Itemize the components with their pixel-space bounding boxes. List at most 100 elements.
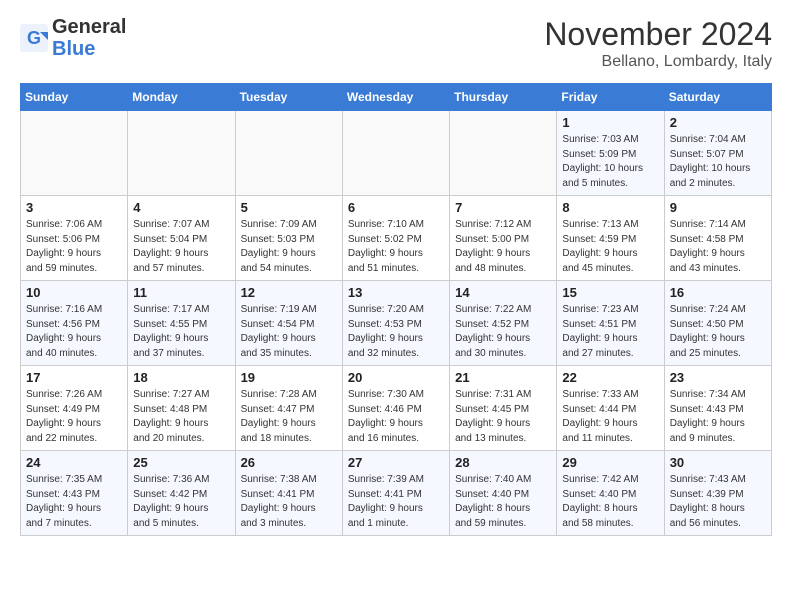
day-number: 1 [562,115,658,130]
day-number: 23 [670,370,766,385]
day-info: Sunrise: 7:06 AM Sunset: 5:06 PM Dayligh… [26,218,122,276]
day-number: 19 [241,370,337,385]
day-number: 17 [26,370,122,385]
empty-cell [235,111,342,196]
day-number: 16 [670,285,766,300]
day-cell-8: 8 Sunrise: 7:13 AM Sunset: 4:59 PM Daylig… [557,196,664,281]
weekday-header-saturday: Saturday [664,84,771,111]
day-cell-24: 24 Sunrise: 7:35 AM Sunset: 4:43 PM Dayli… [21,451,128,536]
calendar-table: SundayMondayTuesdayWednesdayThursdayFrid… [20,83,772,536]
weekday-header-friday: Friday [557,84,664,111]
day-cell-23: 23 Sunrise: 7:34 AM Sunset: 4:43 PM Dayli… [664,366,771,451]
day-number: 12 [241,285,337,300]
day-number: 22 [562,370,658,385]
week-row-0: 1 Sunrise: 7:03 AM Sunset: 5:09 PM Daylig… [21,111,772,196]
week-row-1: 3 Sunrise: 7:06 AM Sunset: 5:06 PM Daylig… [21,196,772,281]
day-info: Sunrise: 7:20 AM Sunset: 4:53 PM Dayligh… [348,303,444,361]
day-cell-14: 14 Sunrise: 7:22 AM Sunset: 4:52 PM Dayli… [450,281,557,366]
logo: G General Blue [20,16,126,60]
day-cell-28: 28 Sunrise: 7:40 AM Sunset: 4:40 PM Dayli… [450,451,557,536]
day-info: Sunrise: 7:19 AM Sunset: 4:54 PM Dayligh… [241,303,337,361]
day-cell-29: 29Sunrise: 7:42 AM Sunset: 4:40 PM Dayli… [557,451,664,536]
day-number: 9 [670,200,766,215]
week-row-4: 24 Sunrise: 7:35 AM Sunset: 4:43 PM Dayli… [21,451,772,536]
day-info: Sunrise: 7:24 AM Sunset: 4:50 PM Dayligh… [670,303,766,361]
day-info: Sunrise: 7:43 AM Sunset: 4:39 PM Dayligh… [670,473,766,531]
day-number: 4 [133,200,229,215]
day-number: 20 [348,370,444,385]
day-info: Sunrise: 7:33 AM Sunset: 4:44 PM Dayligh… [562,388,658,446]
day-cell-6: 6 Sunrise: 7:10 AM Sunset: 5:02 PM Daylig… [342,196,449,281]
day-info: Sunrise: 7:27 AM Sunset: 4:48 PM Dayligh… [133,388,229,446]
empty-cell [342,111,449,196]
weekday-header-monday: Monday [128,84,235,111]
day-number: 25 [133,455,229,470]
day-number: 21 [455,370,551,385]
day-info: Sunrise: 7:34 AM Sunset: 4:43 PM Dayligh… [670,388,766,446]
day-number: 8 [562,200,658,215]
day-info: Sunrise: 7:17 AM Sunset: 4:55 PM Dayligh… [133,303,229,361]
day-number: 3 [26,200,122,215]
svg-text:G: G [27,28,41,48]
day-cell-16: 16 Sunrise: 7:24 AM Sunset: 4:50 PM Dayli… [664,281,771,366]
empty-cell [21,111,128,196]
day-cell-19: 19Sunrise: 7:28 AM Sunset: 4:47 PM Dayli… [235,366,342,451]
day-cell-7: 7Sunrise: 7:12 AM Sunset: 5:00 PM Daylig… [450,196,557,281]
title-block: November 2024 Bellano, Lombardy, Italy [544,16,772,71]
day-cell-5: 5 Sunrise: 7:09 AM Sunset: 5:03 PM Daylig… [235,196,342,281]
day-cell-20: 20Sunrise: 7:30 AM Sunset: 4:46 PM Dayli… [342,366,449,451]
day-cell-13: 13 Sunrise: 7:20 AM Sunset: 4:53 PM Dayli… [342,281,449,366]
day-cell-10: 10Sunrise: 7:16 AM Sunset: 4:56 PM Dayli… [21,281,128,366]
weekday-header-sunday: Sunday [21,84,128,111]
day-cell-3: 3 Sunrise: 7:06 AM Sunset: 5:06 PM Daylig… [21,196,128,281]
day-number: 6 [348,200,444,215]
day-number: 28 [455,455,551,470]
day-cell-12: 12 Sunrise: 7:19 AM Sunset: 4:54 PM Dayli… [235,281,342,366]
empty-cell [450,111,557,196]
location: Bellano, Lombardy, Italy [544,53,772,71]
header: G General Blue November 2024 Bellano, Lo… [20,16,772,71]
week-row-3: 17 Sunrise: 7:26 AM Sunset: 4:49 PM Dayli… [21,366,772,451]
day-cell-1: 1 Sunrise: 7:03 AM Sunset: 5:09 PM Daylig… [557,111,664,196]
day-cell-21: 21 Sunrise: 7:31 AM Sunset: 4:45 PM Dayli… [450,366,557,451]
day-cell-2: 2Sunrise: 7:04 AM Sunset: 5:07 PM Daylig… [664,111,771,196]
day-info: Sunrise: 7:42 AM Sunset: 4:40 PM Dayligh… [562,473,658,531]
weekday-header-row: SundayMondayTuesdayWednesdayThursdayFrid… [21,84,772,111]
weekday-header-tuesday: Tuesday [235,84,342,111]
day-info: Sunrise: 7:13 AM Sunset: 4:59 PM Dayligh… [562,218,658,276]
day-cell-30: 30Sunrise: 7:43 AM Sunset: 4:39 PM Dayli… [664,451,771,536]
day-info: Sunrise: 7:04 AM Sunset: 5:07 PM Dayligh… [670,133,766,191]
day-number: 7 [455,200,551,215]
day-info: Sunrise: 7:40 AM Sunset: 4:40 PM Dayligh… [455,473,551,531]
day-number: 13 [348,285,444,300]
weekday-header-thursday: Thursday [450,84,557,111]
day-cell-9: 9 Sunrise: 7:14 AM Sunset: 4:58 PM Daylig… [664,196,771,281]
week-row-2: 10Sunrise: 7:16 AM Sunset: 4:56 PM Dayli… [21,281,772,366]
day-number: 10 [26,285,122,300]
day-number: 5 [241,200,337,215]
day-cell-4: 4 Sunrise: 7:07 AM Sunset: 5:04 PM Daylig… [128,196,235,281]
day-cell-11: 11 Sunrise: 7:17 AM Sunset: 4:55 PM Dayli… [128,281,235,366]
day-number: 27 [348,455,444,470]
day-number: 11 [133,285,229,300]
day-info: Sunrise: 7:07 AM Sunset: 5:04 PM Dayligh… [133,218,229,276]
day-info: Sunrise: 7:10 AM Sunset: 5:02 PM Dayligh… [348,218,444,276]
empty-cell [128,111,235,196]
day-number: 24 [26,455,122,470]
day-info: Sunrise: 7:22 AM Sunset: 4:52 PM Dayligh… [455,303,551,361]
page-container: G General Blue November 2024 Bellano, Lo… [0,0,792,552]
weekday-header-wednesday: Wednesday [342,84,449,111]
day-cell-18: 18Sunrise: 7:27 AM Sunset: 4:48 PM Dayli… [128,366,235,451]
day-info: Sunrise: 7:23 AM Sunset: 4:51 PM Dayligh… [562,303,658,361]
day-info: Sunrise: 7:03 AM Sunset: 5:09 PM Dayligh… [562,133,658,191]
month-title: November 2024 [544,16,772,53]
day-number: 14 [455,285,551,300]
day-info: Sunrise: 7:14 AM Sunset: 4:58 PM Dayligh… [670,218,766,276]
day-info: Sunrise: 7:35 AM Sunset: 4:43 PM Dayligh… [26,473,122,531]
day-info: Sunrise: 7:31 AM Sunset: 4:45 PM Dayligh… [455,388,551,446]
day-cell-25: 25Sunrise: 7:36 AM Sunset: 4:42 PM Dayli… [128,451,235,536]
day-info: Sunrise: 7:09 AM Sunset: 5:03 PM Dayligh… [241,218,337,276]
day-info: Sunrise: 7:26 AM Sunset: 4:49 PM Dayligh… [26,388,122,446]
day-cell-22: 22 Sunrise: 7:33 AM Sunset: 4:44 PM Dayli… [557,366,664,451]
day-cell-27: 27Sunrise: 7:39 AM Sunset: 4:41 PM Dayli… [342,451,449,536]
